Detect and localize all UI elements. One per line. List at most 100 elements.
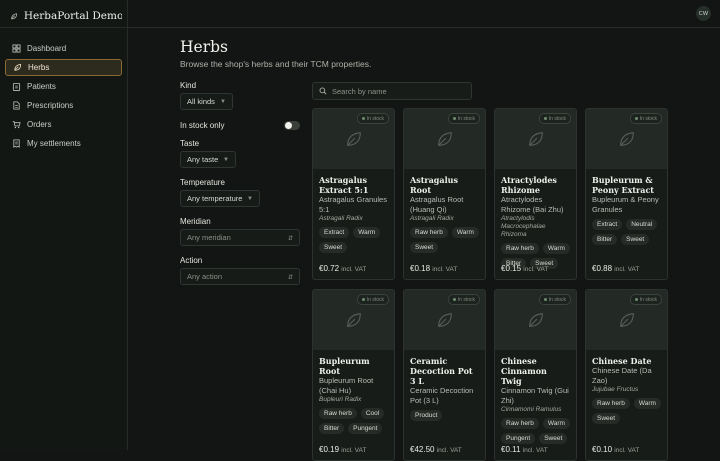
sidebar-item-dashboard[interactable]: Dashboard — [5, 40, 122, 57]
status-dot — [543, 298, 547, 301]
leaf-icon — [528, 313, 543, 327]
in-stock-badge: In stock — [356, 294, 389, 305]
card-title: Atractylodes Rhizome — [501, 175, 557, 195]
leaf-icon — [11, 12, 18, 19]
tag: Warm — [633, 398, 661, 409]
tag: Warm — [542, 243, 570, 254]
card-title: Ceramic Decoction Pot 3 L — [410, 356, 473, 386]
chevron-updown-icon: ⇵ — [287, 275, 293, 281]
sidebar-divider — [0, 27, 127, 28]
card-body: Bupleurum Root Bupleurum Root (Chai Hu) Bu… — [313, 350, 394, 434]
card-body: Chinese Cinnamon Twig Cinnamon Twig (Gui … — [495, 350, 576, 444]
sidebar-item-prescriptions[interactable]: Prescriptions — [5, 97, 122, 114]
herb-card[interactable]: In stock Bupleurum & Peony Extract Bupleur… — [585, 108, 668, 280]
card-title: Bupleurum Root — [319, 356, 370, 376]
leaf-icon — [346, 313, 361, 327]
tag: Raw herb — [501, 418, 539, 429]
in-stock-badge: In stock — [629, 294, 662, 305]
toggle-knob — [285, 122, 292, 129]
search-box[interactable] — [312, 82, 472, 100]
price-value: €0.88 — [592, 264, 613, 273]
sidebar-item-herbs[interactable]: Herbs — [5, 59, 122, 76]
price: €0.88 incl. VAT — [592, 264, 639, 273]
card-body: Chinese Date Chinese Date (Da Zao) Jujubae… — [586, 350, 667, 424]
kind-select[interactable]: All kinds ▼ — [180, 93, 233, 110]
kind-select-value: All kinds — [187, 97, 215, 106]
card-latin-name: Astragali Radix — [410, 215, 454, 222]
chevron-down-icon: ▼ — [247, 196, 253, 202]
herb-card[interactable]: In stock Chinese Date Chinese Date (Da Zao… — [585, 289, 668, 461]
status-dot — [361, 298, 365, 301]
in-stock-toggle[interactable] — [284, 121, 300, 130]
taste-select-value: Any taste — [187, 155, 219, 164]
card-title: Bupleurum & Peony Extract — [592, 175, 655, 195]
taste-filter-label: Taste — [180, 139, 200, 148]
sidebar-item-my-settlements[interactable]: My settlements — [5, 135, 122, 152]
card-title: Astragalus Root — [410, 175, 458, 195]
in-stock-badge: In stock — [447, 113, 480, 124]
stock-label: In stock — [366, 296, 384, 303]
search-input[interactable] — [332, 86, 462, 96]
tag: Sweet — [621, 234, 650, 245]
brand[interactable]: HerbaPortal Demo ... — [10, 10, 122, 22]
status-dot — [361, 117, 365, 120]
card-title: Chinese Date — [592, 356, 652, 366]
herb-card[interactable]: In stock Astragalus Root Astragalus Root (… — [403, 108, 486, 280]
card-latin-name: Jujubae Fructus — [592, 386, 639, 393]
herb-card[interactable]: In stock Ceramic Decoction Pot 3 L Ceramic… — [403, 289, 486, 461]
herb-card[interactable]: In stock Atractylodes Rhizome Atractylodes… — [494, 108, 577, 280]
herb-image-placeholder: In stock — [495, 290, 576, 350]
meridian-select[interactable]: Any meridian ⇵ — [180, 229, 300, 246]
stock-label: In stock — [548, 296, 566, 303]
in-stock-badge: In stock — [538, 294, 571, 305]
page-title: Herbs — [180, 38, 228, 56]
herb-image-placeholder: In stock — [404, 290, 485, 350]
tag: Extract — [319, 227, 350, 238]
leaf-icon — [619, 313, 634, 327]
taste-select[interactable]: Any taste ▼ — [180, 151, 236, 168]
vat-label: incl. VAT — [432, 266, 458, 273]
herb-image-placeholder: In stock — [586, 290, 667, 350]
card-subtitle: Astragalus Granules 5:1 — [319, 195, 387, 214]
card-body: Bupleurum & Peony Extract Bupleurum & Peo… — [586, 169, 667, 245]
sidebar: HerbaPortal Demo ... Dashboard Herbs Pat… — [0, 0, 128, 450]
price-value: €0.18 — [410, 264, 431, 273]
tag: Extract — [592, 219, 623, 230]
cart-icon — [12, 120, 21, 129]
temperature-select[interactable]: Any temperature ▼ — [180, 190, 260, 207]
tag: Warm — [451, 227, 479, 238]
sidebar-item-label: My settlements — [27, 139, 81, 148]
sidebar-item-patients[interactable]: Patients — [5, 78, 122, 95]
stock-label: In stock — [639, 296, 657, 303]
user-avatar[interactable]: CW — [696, 6, 711, 21]
stock-label: In stock — [457, 115, 475, 122]
sidebar-nav: Dashboard Herbs Patients Prescriptions O… — [5, 40, 122, 154]
sidebar-item-orders[interactable]: Orders — [5, 116, 122, 133]
card-body: Astragalus Root Astragalus Root (Huang Qi… — [404, 169, 485, 253]
tag: Sweet — [539, 433, 568, 444]
herb-card[interactable]: In stock Bupleurum Root Bupleurum Root (Ch… — [312, 289, 395, 461]
leaf-icon — [619, 132, 634, 146]
tag: Neutral — [626, 219, 658, 230]
herb-card[interactable]: In stock Chinese Cinnamon Twig Cinnamon Tw… — [494, 289, 577, 461]
sidebar-item-label: Orders — [27, 120, 52, 129]
herb-card[interactable]: In stock Astragalus Extract 5:1 Astragalus… — [312, 108, 395, 280]
stock-label: In stock — [548, 115, 566, 122]
card-subtitle: Chinese Date (Da Zao) — [592, 366, 652, 385]
price-value: €0.15 — [501, 264, 522, 273]
card-subtitle: Cinnamon Twig (Gui Zhi) — [501, 386, 569, 405]
tag-list: Product — [410, 410, 479, 421]
stock-label: In stock — [639, 115, 657, 122]
chevron-down-icon: ▼ — [223, 157, 229, 163]
vat-label: incl. VAT — [523, 266, 549, 273]
leaf-icon — [14, 63, 22, 71]
action-select[interactable]: Any action ⇵ — [180, 268, 300, 285]
vat-label: incl. VAT — [614, 447, 640, 454]
leaf-icon — [437, 313, 452, 327]
tag: Warm — [353, 227, 381, 238]
status-dot — [634, 298, 638, 301]
action-filter-label: Action — [180, 256, 203, 265]
leaf-icon — [346, 132, 361, 146]
card-body: Astragalus Extract 5:1 Astragalus Granule… — [313, 169, 394, 253]
stock-label: In stock — [457, 296, 475, 303]
